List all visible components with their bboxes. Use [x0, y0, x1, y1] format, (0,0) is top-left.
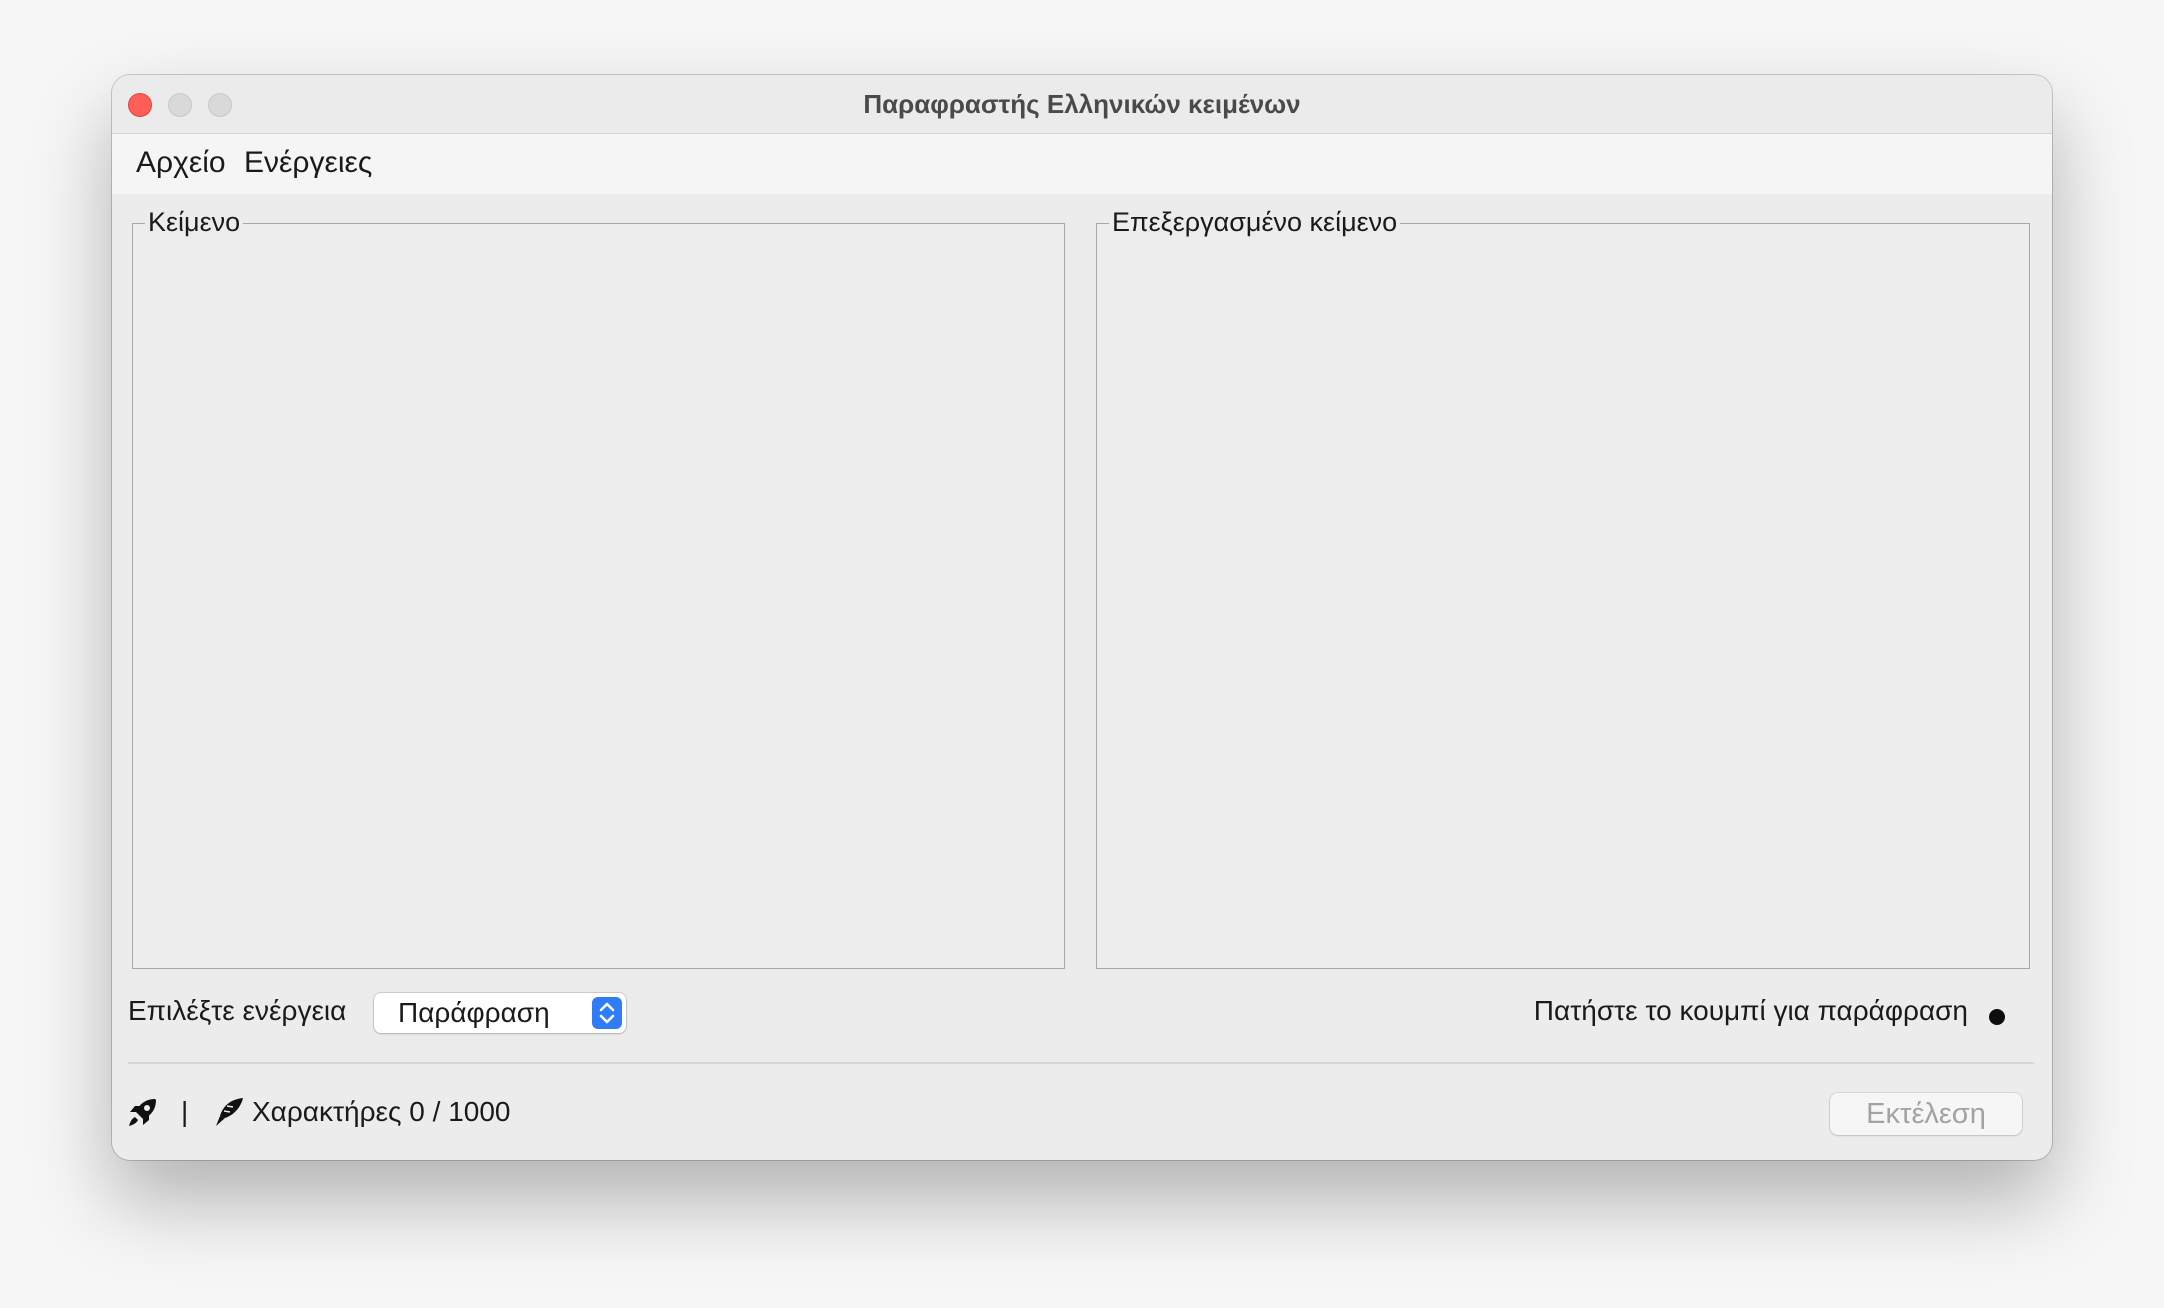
select-action-label: Επιλέξτε ενέργεια: [128, 995, 347, 1026]
output-text-group-label: Επεξεργασμένο κείμενο: [1109, 206, 1401, 238]
input-text-area[interactable]: [137, 246, 1060, 964]
quill-icon: [212, 1095, 246, 1129]
horizontal-divider: [128, 1062, 2034, 1064]
menu-bar: Αρχείο Ενέργειες: [112, 134, 2052, 194]
output-text-group: Επεξεργασμένο κείμενο: [1096, 206, 2030, 969]
action-select[interactable]: Παράφραση: [374, 993, 626, 1033]
input-text-group-label: Κείμενο: [145, 206, 244, 238]
run-button[interactable]: Εκτέλεση: [1830, 1093, 2022, 1135]
app-window: Παραφραστής Ελληνικών κειμένων Αρχείο Εν…: [112, 75, 2052, 1160]
status-separator: |: [181, 1096, 189, 1127]
menu-actions[interactable]: Ενέργειες: [244, 146, 372, 180]
menu-file[interactable]: Αρχείο: [136, 146, 226, 180]
input-text-group: Κείμενο: [132, 206, 1065, 969]
window-title: Παραφραστής Ελληνικών κειμένων: [863, 89, 1301, 119]
status-indicator-dot: [1989, 1009, 2005, 1025]
action-select-value: Παράφραση: [398, 997, 550, 1028]
rocket-icon: [126, 1095, 160, 1129]
title-bar: Παραφραστής Ελληνικών κειμένων: [112, 75, 2052, 134]
up-down-chevron-icon: [592, 997, 622, 1029]
character-counter: Χαρακτήρες 0 / 1000: [252, 1096, 511, 1127]
output-text-area[interactable]: [1101, 246, 2025, 964]
paraphrase-hint: Πατήστε το κουμπί για παράφραση: [1533, 995, 1968, 1026]
